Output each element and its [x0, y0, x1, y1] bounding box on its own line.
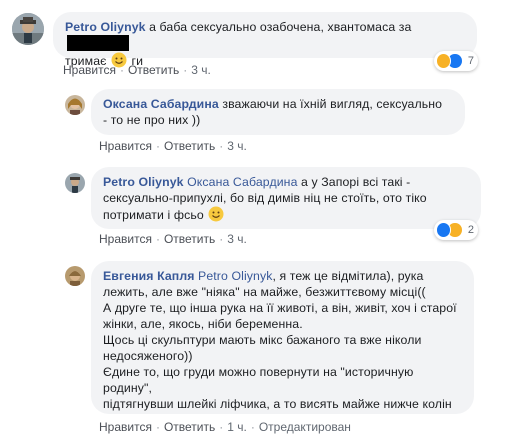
- comment-bubble: Оксана Сабардина зважаючи на їхній вигля…: [91, 89, 465, 135]
- comment-text: а баба сексуально озабочена, хвантомаса …: [145, 20, 412, 34]
- comment-author[interactable]: Евгения Капля: [103, 269, 195, 283]
- timestamp[interactable]: 1 ч.: [227, 420, 247, 434]
- comment-text: а у Запорі всі такі -: [297, 175, 411, 189]
- comment-text: , я теж це відмітила), рука: [272, 269, 424, 283]
- comment-author[interactable]: Оксана Сабардина: [103, 97, 219, 111]
- like-button[interactable]: Нравится: [99, 139, 152, 153]
- comment-text: підтягнувши шлейкі ліфчика, а то висять …: [103, 397, 452, 411]
- separator-dot: ·: [155, 420, 160, 434]
- separator-dot: ·: [119, 63, 124, 77]
- comment-text: Щось ці скульптури мають мікс бажаного т…: [103, 333, 422, 347]
- comment-text: сексуально-припухлі, бо від димів ніц не…: [103, 191, 427, 205]
- separator-dot: ·: [155, 139, 160, 153]
- separator-dot: ·: [219, 232, 224, 246]
- reaction-count: 2: [467, 224, 474, 236]
- like-button[interactable]: Нравится: [99, 420, 152, 434]
- avatar-petro[interactable]: [65, 173, 85, 193]
- comment-author[interactable]: Petro Oliynyk: [65, 20, 146, 34]
- reaction-count: 7: [467, 55, 474, 67]
- comment-text: Єдине то, що груди можно повернути на "и…: [103, 365, 414, 379]
- separator-dot: ·: [219, 420, 224, 434]
- avatar-image: [65, 266, 85, 286]
- comment-actions: Нравится · Ответить · 3 ч.: [99, 232, 247, 246]
- edited-label[interactable]: Отредактирован: [259, 420, 351, 434]
- comment-actions: Нравится · Ответить · 3 ч.: [99, 139, 247, 153]
- comment-bubble: Petro Oliynyk а баба сексуально озабочен…: [53, 12, 477, 68]
- reactions-summary[interactable]: 2: [434, 220, 478, 240]
- timestamp[interactable]: 3 ч.: [227, 232, 247, 246]
- mention-link[interactable]: Petro Oliynyk: [198, 269, 272, 283]
- comment-text: недосяженого)): [103, 349, 193, 363]
- avatar-image: [12, 13, 44, 45]
- comment-bubble: Евгения Капля Petro Oliynyk, я теж це ві…: [91, 261, 474, 414]
- separator-dot: ·: [183, 63, 188, 77]
- comment-actions: Нравится · Ответить · 1 ч. · Отредактирован: [99, 420, 351, 434]
- reply-button[interactable]: Ответить: [164, 420, 215, 434]
- like-button[interactable]: Нравится: [99, 232, 152, 246]
- comment-text: лежить, але вже "ніяка" на майже, безжит…: [103, 285, 426, 299]
- timestamp[interactable]: 3 ч.: [191, 63, 211, 77]
- comment-text: жінки, але, якось, ніби беременна.: [103, 317, 303, 331]
- avatar-image: [65, 95, 85, 115]
- comment-bubble: Petro Oliynyk Оксана Сабардина а у Запор…: [91, 167, 481, 229]
- comment-author[interactable]: Petro Oliynyk: [103, 175, 184, 189]
- reply-button[interactable]: Ответить: [128, 63, 179, 77]
- comment-text: А друге те, що інша рука на її животі, а…: [103, 301, 457, 315]
- like-button[interactable]: Нравится: [63, 63, 116, 77]
- separator-dot: ·: [155, 232, 160, 246]
- comment-text: - то не про них )): [103, 113, 201, 127]
- comment-text: зважаючи на їхній вигляд, сексуально: [218, 97, 443, 111]
- separator-dot: ·: [250, 420, 255, 434]
- separator-dot: ·: [219, 139, 224, 153]
- reply-button[interactable]: Ответить: [164, 232, 215, 246]
- reply-button[interactable]: Ответить: [164, 139, 215, 153]
- avatar-petro[interactable]: [12, 13, 44, 45]
- smile-emoji-icon: [208, 206, 224, 222]
- mention-link[interactable]: Оксана Сабардина: [187, 175, 297, 189]
- comment-text: родину",: [103, 381, 152, 395]
- reactions-summary[interactable]: 7: [434, 51, 478, 71]
- avatar-oksana[interactable]: [65, 95, 85, 115]
- timestamp[interactable]: 3 ч.: [227, 139, 247, 153]
- redacted-block: [67, 35, 129, 51]
- comment-text: потримати і фсьо: [103, 208, 208, 222]
- avatar-evgenia[interactable]: [65, 266, 85, 286]
- avatar-image: [65, 173, 85, 193]
- comment-actions: Нравится · Ответить · 3 ч.: [63, 63, 211, 77]
